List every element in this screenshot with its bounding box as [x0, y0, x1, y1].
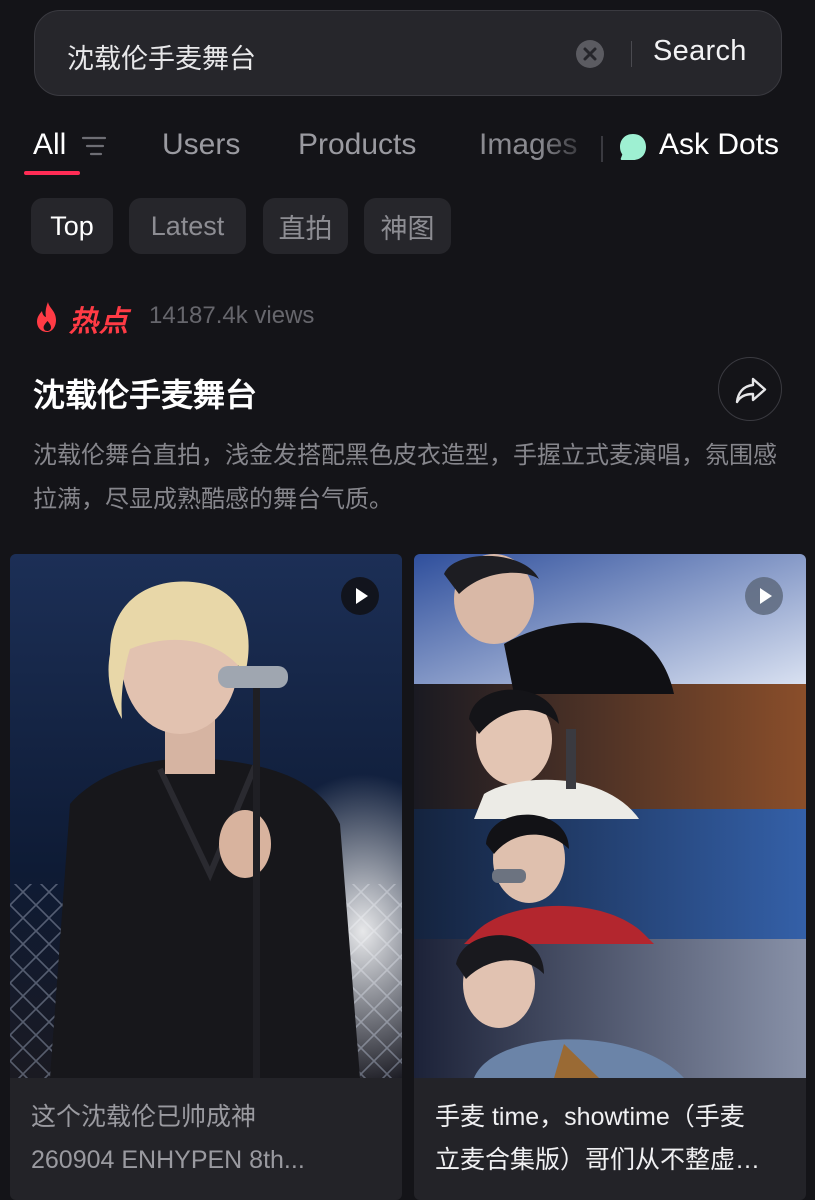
hot-badge: 热点	[69, 306, 130, 338]
share-icon	[735, 377, 767, 404]
search-button[interactable]: Search	[653, 35, 747, 68]
card-caption: 手麦 time，showtime（手麦 立麦合集版）哥们从不整虚…	[435, 1096, 790, 1182]
filter-shentu[interactable]: 神图	[364, 198, 451, 254]
search-input[interactable]: 沈载伦手麦舞台	[67, 37, 256, 76]
topic-title: 沈载伦手麦舞台	[33, 377, 258, 413]
search-results-page: 沈载伦手麦舞台 Search All Users Products Images…	[0, 0, 815, 1200]
filter-icon[interactable]	[80, 134, 108, 158]
ask-dots-label: Ask Dots	[659, 128, 780, 161]
tab-products[interactable]: Products	[298, 128, 416, 162]
tab-all[interactable]: All	[33, 128, 66, 162]
play-icon[interactable]	[744, 576, 784, 616]
tab-scroll-fade	[540, 120, 606, 176]
ask-dots-icon	[620, 134, 646, 160]
card-caption: 这个沈载伦已帅成神 260904 ENHYPEN 8th...	[31, 1096, 386, 1182]
play-icon[interactable]	[340, 576, 380, 616]
active-tab-indicator	[24, 171, 80, 175]
share-button[interactable]	[718, 357, 782, 421]
filter-latest[interactable]: Latest	[129, 198, 246, 254]
card-caption-line: 立麦合集版）哥们从不整虚…	[435, 1146, 761, 1174]
search-divider	[631, 41, 632, 67]
card-caption-line: 260904 ENHYPEN 8th...	[31, 1146, 305, 1174]
card-caption-line: 这个沈载伦已帅成神	[31, 1103, 257, 1131]
video-thumbnail	[414, 554, 806, 1078]
result-card[interactable]: 手麦 time，showtime（手麦 立麦合集版）哥们从不整虚…	[414, 554, 806, 1200]
search-bar[interactable]: 沈载伦手麦舞台 Search	[34, 10, 782, 96]
filter-zhipai[interactable]: 直拍	[263, 198, 348, 254]
tab-separator	[601, 136, 603, 162]
view-count: 14187.4k views	[149, 302, 315, 329]
card-caption-line: 手麦 time，showtime（手麦	[435, 1103, 745, 1131]
clear-icon[interactable]	[575, 39, 605, 69]
video-thumbnail	[10, 554, 402, 1078]
fire-icon	[37, 302, 56, 332]
filter-top[interactable]: Top	[31, 198, 113, 254]
tab-users[interactable]: Users	[162, 128, 240, 162]
topic-description: 沈载伦舞台直拍，浅金发搭配黑色皮衣造型，手握立式麦演唱，氛围感拉满，尽显成熟酷感…	[33, 442, 777, 513]
result-card[interactable]: 这个沈载伦已帅成神 260904 ENHYPEN 8th...	[10, 554, 402, 1200]
